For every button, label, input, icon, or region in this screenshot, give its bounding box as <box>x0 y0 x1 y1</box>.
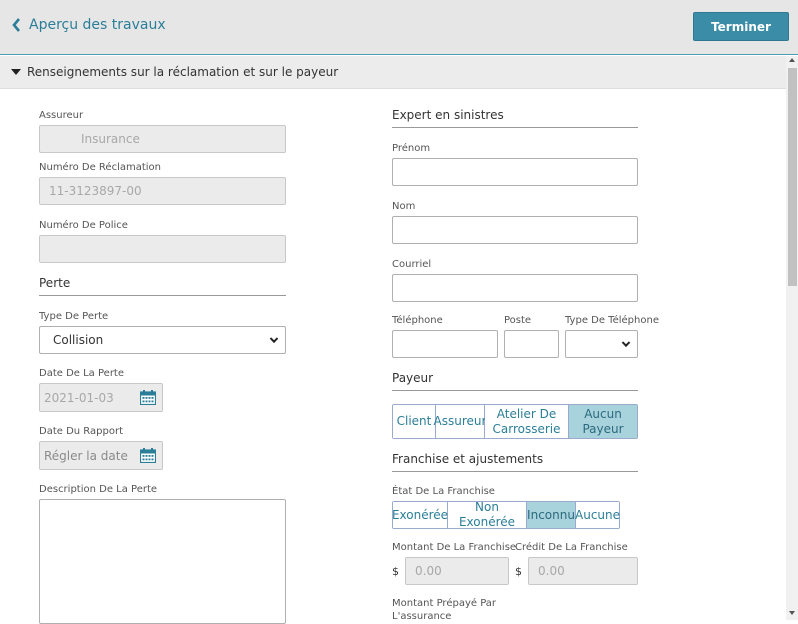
insurer-field: Insurance <box>39 125 286 153</box>
first-name-input[interactable] <box>392 158 638 186</box>
scroll-up-arrow-icon[interactable] <box>789 58 795 62</box>
loss-date-field[interactable]: 2021-01-03 <box>39 383 163 412</box>
prepaid-label-line1: Montant Prépayé Par <box>392 598 497 609</box>
loss-type-value: Collision <box>53 333 104 347</box>
scroll-down-arrow-icon[interactable] <box>789 611 795 615</box>
deductible-option-unknown[interactable]: Inconnu <box>527 502 576 528</box>
section-toggle[interactable]: Renseignements sur la réclamation et sur… <box>0 56 786 89</box>
last-name-input[interactable] <box>392 216 638 244</box>
deductible-amount-input[interactable]: 0.00 <box>405 557 509 585</box>
loss-date-label: Date De La Perte <box>39 368 124 379</box>
adjuster-divider <box>392 127 638 128</box>
extension-label: Poste <box>504 315 532 326</box>
report-date-label: Date Du Rapport <box>39 426 123 437</box>
insurer-label: Assureur <box>39 110 84 121</box>
finish-button[interactable]: Terminer <box>693 12 789 41</box>
first-name-label: Prénom <box>392 143 431 154</box>
report-date-field[interactable]: Régler la date <box>39 441 163 470</box>
deductible-option-not-exempt[interactable]: Non Exonérée <box>448 500 527 529</box>
loss-type-label: Type De Perte <box>39 311 109 322</box>
phone-label: Téléphone <box>392 315 443 326</box>
prepaid-label-line2: L'assurance <box>392 611 452 622</box>
deductible-heading: Franchise et ajustements <box>392 452 544 466</box>
phone-type-select[interactable] <box>565 330 638 358</box>
deductible-credit-label: Crédit De La Franchise <box>515 542 628 553</box>
deductible-amount-placeholder: 0.00 <box>415 564 442 578</box>
payer-option-none[interactable]: Aucun Payeur <box>569 405 637 438</box>
loss-heading: Perte <box>39 276 71 290</box>
chevron-down-icon <box>621 338 631 348</box>
extension-input[interactable] <box>504 330 559 358</box>
loss-type-select[interactable]: Collision <box>39 326 286 354</box>
deductible-credit-currency: $ <box>515 565 522 578</box>
deductible-divider <box>392 471 638 472</box>
report-date-placeholder: Régler la date <box>44 448 128 463</box>
calendar-icon[interactable] <box>140 448 156 463</box>
top-bar: Aperçu des travaux Terminer <box>0 0 798 55</box>
deductible-credit-input[interactable]: 0.00 <box>528 557 638 585</box>
deductible-state-segmented-control: Exonérée Non Exonérée Inconnu Aucune <box>392 500 620 529</box>
payer-option-body-shop[interactable]: Atelier De Carrosserie <box>485 405 569 438</box>
calendar-icon[interactable] <box>140 390 156 405</box>
deductible-credit-placeholder: 0.00 <box>538 564 565 578</box>
insurer-value: Insurance <box>81 132 140 146</box>
deductible-amount-currency: $ <box>392 565 399 578</box>
last-name-label: Nom <box>392 201 416 212</box>
payer-divider <box>392 390 638 391</box>
loss-description-textarea[interactable] <box>39 499 286 624</box>
email-input[interactable] <box>392 274 638 302</box>
deductible-amount-label: Montant De La Franchise <box>392 542 517 553</box>
payer-option-insurer[interactable]: Assureur <box>434 405 486 438</box>
chevron-left-icon <box>12 18 20 32</box>
phone-input[interactable] <box>392 330 498 358</box>
claim-number-value: 11-3123897-00 <box>49 184 142 198</box>
back-link[interactable]: Aperçu des travaux <box>12 17 166 33</box>
payer-heading: Payeur <box>392 371 434 385</box>
chevron-down-icon <box>269 334 279 344</box>
back-link-label: Aperçu des travaux <box>29 17 166 33</box>
phone-type-label: Type De Téléphone <box>565 315 659 326</box>
policy-number-field <box>39 235 286 263</box>
claim-number-field: 11-3123897-00 <box>39 177 286 205</box>
deductible-option-exempt[interactable]: Exonérée <box>392 502 448 528</box>
payer-option-client[interactable]: Client <box>393 405 436 438</box>
deductible-state-label: État De La Franchise <box>392 486 495 497</box>
deductible-option-none[interactable]: Aucune <box>575 502 620 528</box>
loss-divider <box>39 295 286 296</box>
loss-date-value: 2021-01-03 <box>44 390 114 405</box>
section-title: Renseignements sur la réclamation et sur… <box>27 65 339 79</box>
email-label: Courriel <box>392 259 432 270</box>
caret-down-icon <box>11 69 21 75</box>
payer-segmented-control: Client Assureur Atelier De Carrosserie A… <box>392 404 638 439</box>
claim-number-label: Numéro De Réclamation <box>39 162 162 173</box>
adjuster-heading: Expert en sinistres <box>392 108 504 122</box>
loss-description-label: Description De La Perte <box>39 484 158 495</box>
scrollbar-thumb[interactable] <box>788 68 797 286</box>
policy-number-label: Numéro De Police <box>39 220 128 231</box>
